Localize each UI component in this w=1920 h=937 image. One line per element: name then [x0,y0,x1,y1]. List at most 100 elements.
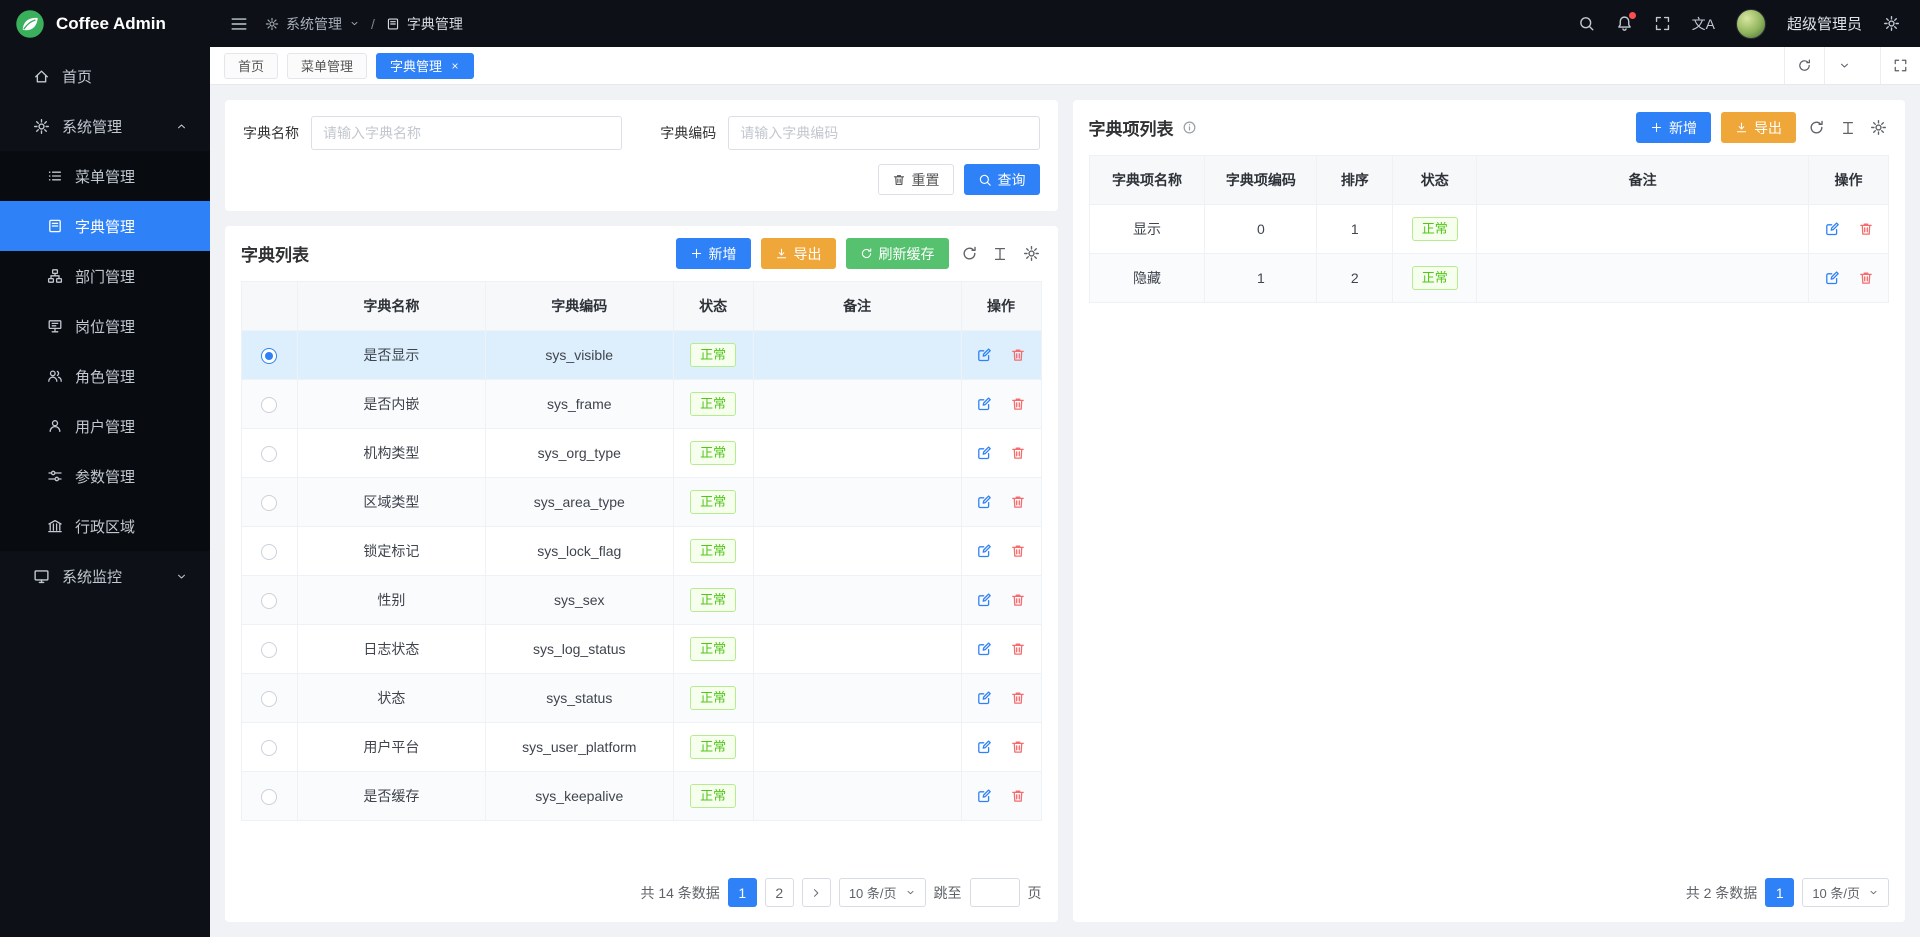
table-density-button[interactable] [990,246,1011,262]
edit-button[interactable] [976,788,992,804]
edit-button[interactable] [976,445,992,461]
table-row[interactable]: 显示 0 1 正常 [1089,205,1889,254]
dict-add-button[interactable]: 新增 [676,238,751,269]
sidebar-item-menu-mgmt[interactable]: 菜单管理 [0,151,210,201]
delete-button[interactable] [1010,396,1026,412]
table-settings-button[interactable] [1021,245,1042,262]
page-size-select[interactable]: 10 条/页 [839,878,926,907]
tab-menu-mgmt[interactable]: 菜单管理 [287,53,367,79]
table-row[interactable]: 状态 sys_status 正常 [242,674,1042,723]
table-row[interactable]: 性别 sys_sex 正常 [242,576,1042,625]
row-radio[interactable] [261,397,277,413]
edit-button[interactable] [976,592,992,608]
table-row[interactable]: 区域类型 sys_area_type 正常 [242,478,1042,527]
logo[interactable]: Coffee Admin [0,0,210,47]
table-row[interactable]: 是否显示 sys_visible 正常 [242,331,1042,380]
delete-button[interactable] [1010,543,1026,559]
edit-button[interactable] [976,543,992,559]
row-radio[interactable] [261,446,277,462]
table-row[interactable]: 是否缓存 sys_keepalive 正常 [242,772,1042,821]
sidebar-item-dept-mgmt[interactable]: 部门管理 [0,251,210,301]
delete-button[interactable] [1010,592,1026,608]
row-radio[interactable] [261,789,277,805]
sidebar-item-region-mgmt[interactable]: 行政区域 [0,501,210,551]
status-badge: 正常 [690,343,736,367]
item-add-button[interactable]: 新增 [1636,112,1711,143]
tabs-more-button[interactable] [1824,47,1864,84]
table-row[interactable]: 锁定标记 sys_lock_flag 正常 [242,527,1042,576]
edit-button[interactable] [976,641,992,657]
chevron-down-icon [1868,887,1879,898]
edit-button[interactable] [976,347,992,363]
table-row[interactable]: 日志状态 sys_log_status 正常 [242,625,1042,674]
delete-button[interactable] [1010,739,1026,755]
delete-button[interactable] [1010,445,1026,461]
edit-button[interactable] [976,690,992,706]
sidebar-item-post-mgmt[interactable]: 岗位管理 [0,301,210,351]
user-name[interactable]: 超级管理员 [1787,13,1862,34]
table-refresh-button[interactable] [959,245,980,262]
dict-table: 字典名称 字典编码 状态 备注 操作 是否显示 sys_vis [241,281,1042,821]
sidebar-collapse-button[interactable] [230,15,248,33]
settings-button[interactable] [1883,15,1900,32]
dict-name-input[interactable] [311,116,622,150]
row-radio[interactable] [261,348,277,364]
global-search-button[interactable] [1578,15,1595,32]
next-page-button[interactable] [802,878,831,907]
notifications-button[interactable] [1616,15,1633,32]
edit-button[interactable] [1824,221,1840,237]
table-row[interactable]: 机构类型 sys_org_type 正常 [242,429,1042,478]
language-switch-button[interactable]: 文A [1692,14,1715,34]
search-button[interactable]: 查询 [964,164,1040,195]
table-row[interactable]: 是否内嵌 sys_frame 正常 [242,380,1042,429]
sidebar-item-home[interactable]: 首页 [0,51,210,101]
breadcrumb-system[interactable]: 系统管理 [265,14,360,34]
table-density-button[interactable] [1837,120,1858,136]
row-radio[interactable] [261,544,277,560]
sidebar-item-user-mgmt[interactable]: 用户管理 [0,401,210,451]
delete-button[interactable] [1010,347,1026,363]
table-refresh-button[interactable] [1806,119,1827,136]
page-2-button[interactable]: 2 [765,878,794,907]
delete-button[interactable] [1010,788,1026,804]
refresh-cache-button[interactable]: 刷新缓存 [846,238,949,269]
delete-button[interactable] [1858,221,1874,237]
sidebar-group-system[interactable]: 系统管理 [0,101,210,151]
edit-button[interactable] [976,739,992,755]
delete-button[interactable] [1010,494,1026,510]
tab-dict-mgmt[interactable]: 字典管理 [376,53,474,79]
row-radio[interactable] [261,593,277,609]
edit-button[interactable] [976,396,992,412]
sidebar-item-param-mgmt[interactable]: 参数管理 [0,451,210,501]
tab-home[interactable]: 首页 [224,53,278,79]
row-radio[interactable] [261,495,277,511]
avatar[interactable] [1736,9,1766,39]
breadcrumb-dict[interactable]: 字典管理 [386,14,463,34]
page-1-button[interactable]: 1 [1765,878,1794,907]
item-export-button[interactable]: 导出 [1721,112,1796,143]
page-size-select[interactable]: 10 条/页 [1802,878,1889,907]
table-settings-button[interactable] [1868,119,1889,136]
dict-export-button[interactable]: 导出 [761,238,836,269]
reset-button[interactable]: 重置 [878,164,954,195]
table-row[interactable]: 用户平台 sys_user_platform 正常 [242,723,1042,772]
jump-page-input[interactable] [970,878,1020,907]
tabs-refresh-button[interactable] [1784,47,1824,84]
delete-button[interactable] [1010,690,1026,706]
page-1-button[interactable]: 1 [728,878,757,907]
edit-button[interactable] [976,494,992,510]
sidebar-item-dict-mgmt[interactable]: 字典管理 [0,201,210,251]
table-row[interactable]: 隐藏 1 2 正常 [1089,254,1889,303]
edit-button[interactable] [1824,270,1840,286]
delete-button[interactable] [1858,270,1874,286]
close-icon[interactable] [450,61,460,71]
content-expand-button[interactable] [1880,47,1920,84]
dict-code-input[interactable] [728,116,1039,150]
fullscreen-button[interactable] [1654,15,1671,32]
delete-button[interactable] [1010,641,1026,657]
row-radio[interactable] [261,691,277,707]
row-radio[interactable] [261,740,277,756]
row-radio[interactable] [261,642,277,658]
sidebar-item-role-mgmt[interactable]: 角色管理 [0,351,210,401]
sidebar-group-monitor[interactable]: 系统监控 [0,551,210,601]
